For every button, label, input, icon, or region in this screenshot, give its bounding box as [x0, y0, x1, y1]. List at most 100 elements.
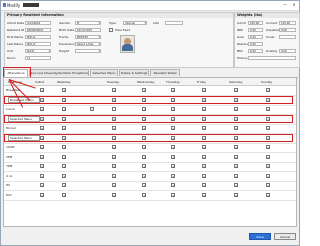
- admit-weight-field[interactable]: 195.00: [248, 21, 263, 25]
- day-checkbox[interactable]: ✓: [40, 154, 44, 159]
- day-checkbox[interactable]: ✓: [62, 126, 66, 131]
- precaution-dropdown[interactable]: Select a Prec: [75, 42, 101, 46]
- day-checkbox[interactable]: ✓: [112, 164, 116, 169]
- day-checkbox[interactable]: ✓: [40, 173, 44, 178]
- kcal-field[interactable]: 0.00: [279, 49, 296, 53]
- day-checkbox[interactable]: ✓: [112, 192, 116, 197]
- residual-field[interactable]: 0.00: [248, 42, 263, 46]
- day-checkbox[interactable]: ✓: [171, 192, 175, 197]
- tab-exceptions[interactable]: Non-Line Diversity/Isolation Exceptions: [29, 69, 89, 76]
- day-checkbox[interactable]: ✓: [142, 183, 146, 188]
- day-checkbox[interactable]: ✓: [142, 164, 146, 169]
- day-checkbox[interactable]: ✓: [62, 173, 66, 178]
- los-field[interactable]: [165, 21, 183, 25]
- day-checkbox[interactable]: ✓: [112, 126, 116, 131]
- day-checkbox[interactable]: ✓: [171, 126, 175, 131]
- day-checkbox[interactable]: ✓: [234, 183, 238, 188]
- tab-selective-menu[interactable]: Selective Menu: [90, 69, 118, 76]
- gender-dropdown[interactable]: M: [75, 21, 101, 25]
- day-checkbox[interactable]: ✓: [40, 88, 44, 93]
- resident-id-field[interactable]: 0000000001: [25, 28, 51, 32]
- day-checkbox[interactable]: ✓: [202, 107, 206, 112]
- minimize-button[interactable]: —: [281, 2, 289, 8]
- tab-dislike-settings[interactable]: Dislike & Settings: [119, 69, 149, 76]
- history-field[interactable]: [248, 56, 296, 60]
- last-name-field[interactable]: MOLLY: [25, 42, 51, 46]
- column-header[interactable]: Tuesday: [107, 80, 119, 84]
- day-checkbox[interactable]: ✓: [171, 145, 175, 150]
- day-checkbox[interactable]: ✓: [142, 88, 146, 93]
- room-field[interactable]: 11: [25, 56, 51, 60]
- day-checkbox[interactable]: ✓: [62, 154, 66, 159]
- day-checkbox[interactable]: ✓: [142, 173, 146, 178]
- day-checkbox[interactable]: ✓: [40, 126, 44, 131]
- usual-weight-field[interactable]: [279, 35, 296, 39]
- cancel-button[interactable]: Cancel: [274, 233, 296, 240]
- day-checkbox[interactable]: ✓: [40, 145, 44, 150]
- day-checkbox[interactable]: ✓: [171, 183, 175, 188]
- column-header[interactable]: Weekday: [57, 80, 71, 84]
- day-checkbox[interactable]: ✓: [266, 126, 270, 131]
- day-checkbox[interactable]: ✓: [112, 183, 116, 188]
- save-button[interactable]: Save: [249, 233, 271, 240]
- day-checkbox[interactable]: ✓: [266, 145, 270, 150]
- day-checkbox[interactable]: ✓: [266, 154, 270, 159]
- day-checkbox[interactable]: ✓: [202, 164, 206, 169]
- day-checkbox[interactable]: ✓: [40, 164, 44, 169]
- admit-date-field[interactable]: 4/14/2022: [25, 21, 51, 25]
- tab-resident-detail[interactable]: Resident Detail: [150, 69, 180, 76]
- column-header[interactable]: Sunday: [261, 80, 272, 84]
- day-checkbox[interactable]: ✓: [234, 164, 238, 169]
- day-checkbox[interactable]: ✓: [202, 88, 206, 93]
- day-checkbox[interactable]: ✓: [202, 192, 206, 197]
- day-checkbox[interactable]: ✓: [234, 173, 238, 178]
- day-checkbox[interactable]: ✓: [234, 126, 238, 131]
- day-checkbox[interactable]: ✓: [40, 183, 44, 188]
- day-checkbox[interactable]: ✓: [112, 88, 116, 93]
- type-dropdown[interactable]: Internal: [123, 21, 147, 25]
- column-header[interactable]: Wednesday: [137, 80, 154, 84]
- goal-weight-field[interactable]: 0.00: [248, 35, 263, 39]
- day-checkbox[interactable]: ✓: [202, 145, 206, 150]
- current-weight-field[interactable]: 125.00: [279, 21, 296, 25]
- day-checkbox[interactable]: ✓: [62, 107, 66, 112]
- day-checkbox[interactable]: ✓: [142, 126, 146, 131]
- day-checkbox[interactable]: ✓: [202, 154, 206, 159]
- day-checkbox[interactable]: ✓: [234, 107, 238, 112]
- day-checkbox[interactable]: ✓: [266, 173, 270, 178]
- day-checkbox[interactable]: ✓: [234, 88, 238, 93]
- day-checkbox[interactable]: ✓: [266, 107, 270, 112]
- day-checkbox[interactable]: ✓: [171, 107, 175, 112]
- day-checkbox[interactable]: ✓: [234, 154, 238, 159]
- day-checkbox[interactable]: ✓: [112, 145, 116, 150]
- note-icon[interactable]: [90, 107, 94, 111]
- day-checkbox[interactable]: ✓: [266, 183, 270, 188]
- day-checkbox[interactable]: ✓: [234, 192, 238, 197]
- first-name-field[interactable]: MOLLY: [25, 35, 51, 39]
- day-checkbox[interactable]: ✓: [234, 145, 238, 150]
- bmi-field[interactable]: 0.00: [248, 49, 263, 53]
- ibw-field[interactable]: 0.00: [248, 28, 263, 32]
- adjusted-weight-field[interactable]: 0.00: [279, 28, 296, 32]
- resident-photo[interactable]: [120, 35, 135, 53]
- day-checkbox[interactable]: ✓: [112, 154, 116, 159]
- day-checkbox[interactable]: ✓: [142, 154, 146, 159]
- day-checkbox[interactable]: ✓: [142, 145, 146, 150]
- day-checkbox[interactable]: ✓: [171, 173, 175, 178]
- day-checkbox[interactable]: ✓: [266, 164, 270, 169]
- day-checkbox[interactable]: ✓: [112, 173, 116, 178]
- day-checkbox[interactable]: ✓: [40, 107, 44, 112]
- day-checkbox[interactable]: ✓: [62, 88, 66, 93]
- day-checkbox[interactable]: ✓: [171, 154, 175, 159]
- day-checkbox[interactable]: ✓: [202, 126, 206, 131]
- birth-date-field[interactable]: 01/14/1979: [75, 28, 101, 32]
- column-header[interactable]: Inland: [35, 80, 44, 84]
- day-checkbox[interactable]: [112, 107, 116, 111]
- column-header[interactable]: Friday: [197, 80, 206, 84]
- day-checkbox[interactable]: ✓: [171, 164, 175, 169]
- day-checkbox[interactable]: ✓: [171, 88, 175, 93]
- day-checkbox[interactable]: ✓: [142, 192, 146, 197]
- day-checkbox[interactable]: ✓: [40, 192, 44, 197]
- day-checkbox[interactable]: ✓: [202, 173, 206, 178]
- day-checkbox[interactable]: ✓: [202, 183, 206, 188]
